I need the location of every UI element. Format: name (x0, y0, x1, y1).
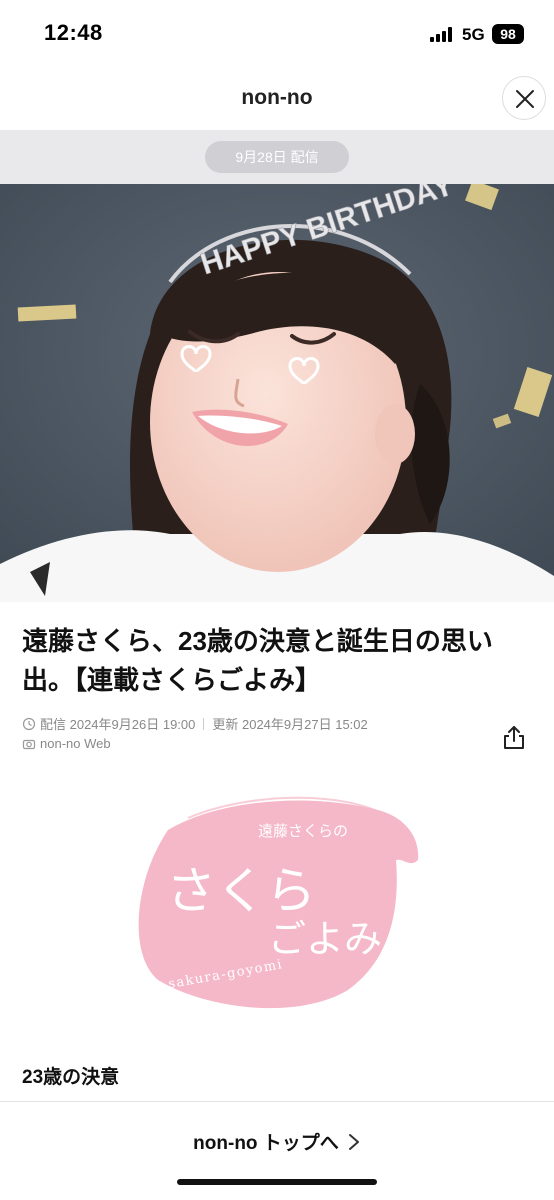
logo-main-bottom: ごよみ (268, 917, 382, 961)
camera-icon (22, 739, 36, 749)
bottom-nav-bar: non-no トップへ (0, 1101, 554, 1200)
published-date: 配信 2024年9月26日 19:00 (40, 717, 196, 732)
article-title: 遠藤さくら、23歳の決意と誕生日の思い出。【連載さくらごよみ】 (22, 626, 493, 695)
close-icon (516, 90, 534, 108)
home-link[interactable]: non-no トップへ (0, 1128, 554, 1155)
article-source: non-no Web (22, 736, 111, 751)
delivery-date-badge: 9月28日 配信 (205, 141, 349, 173)
home-link-label: non-no トップへ (193, 1133, 339, 1154)
status-time: 12:48 (44, 20, 103, 45)
close-button[interactable] (502, 76, 546, 120)
page-title: non-no (241, 86, 313, 109)
source-name: non-no Web (40, 736, 111, 751)
network-label: 5G (462, 25, 485, 44)
meta-divider (203, 717, 205, 730)
section-heading: 23歳の決意 (22, 1067, 120, 1088)
signal-icon (430, 26, 456, 42)
clock-icon (22, 717, 36, 730)
delivery-date-strip: 9月28日 配信 (0, 130, 554, 184)
logo-subtitle: 遠藤さくらの (258, 822, 348, 840)
share-icon (504, 726, 524, 749)
article-dates: 配信 2024年9月26日 19:00 更新 2024年9月27日 15:02 (22, 714, 368, 733)
app-header: non-no (0, 66, 554, 130)
share-button[interactable] (500, 724, 528, 752)
chevron-right-icon (348, 1134, 359, 1150)
hero-photo: HAPPY BIRTHDAY (0, 184, 554, 602)
home-indicator (177, 1179, 377, 1185)
status-bar: 12:48 5G 98 (0, 0, 554, 66)
updated-date: 更新 2024年9月27日 15:02 (212, 717, 368, 732)
logo-main-top: さくら (166, 862, 316, 920)
hero-image: HAPPY BIRTHDAY (0, 184, 554, 602)
battery-icon: 98 (492, 24, 524, 44)
series-logo: 遠藤さくらの さくら ごよみ sakura-goyomi (128, 790, 428, 1015)
